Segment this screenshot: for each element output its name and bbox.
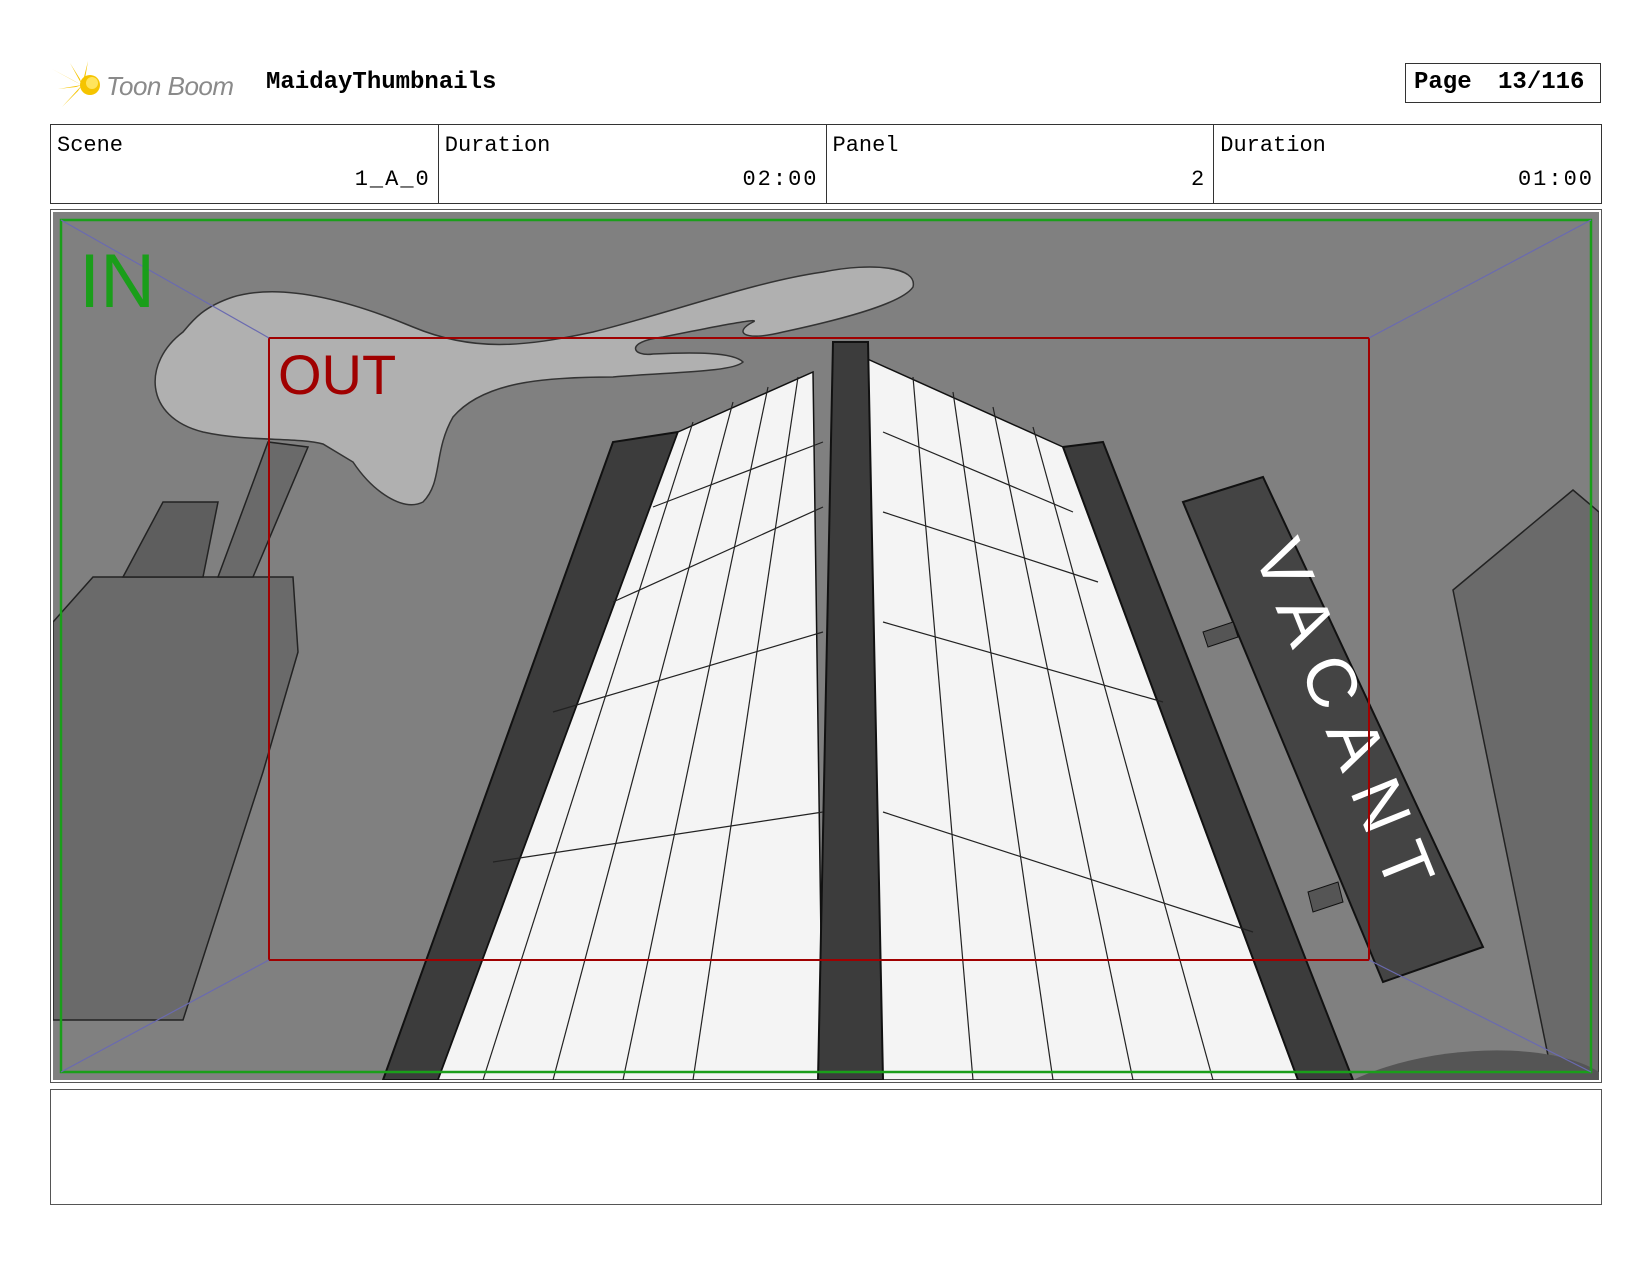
out-field-label: OUT: [278, 343, 396, 406]
panel-notes[interactable]: [50, 1089, 1602, 1205]
panel-cell: Panel 2: [827, 125, 1215, 203]
panel-duration-cell: Duration 01:00: [1214, 125, 1601, 203]
storyboard-panel: VACANT IN OUT: [50, 209, 1602, 1083]
scene-duration-cell: Duration 02:00: [439, 125, 827, 203]
page-indicator: Page 13/116: [1405, 63, 1601, 103]
panel-value: 2: [1191, 167, 1207, 192]
starburst-icon: [52, 61, 100, 107]
page-number: 13/116: [1498, 69, 1585, 96]
panel-duration-label: Duration: [1220, 133, 1326, 158]
page-label: Page: [1414, 69, 1472, 96]
panel-label: Panel: [832, 133, 899, 158]
in-field-label: IN: [79, 239, 155, 324]
panel-duration-value: 01:00: [1517, 167, 1594, 192]
logo-wordmark: Toon Boom: [106, 71, 234, 101]
storyboard-header: Toon Boom MaidayThumbnails Page 13/116: [52, 55, 1610, 110]
scene-value: 1_A_0: [354, 167, 431, 192]
toon-boom-logo: Toon Boom: [52, 59, 252, 111]
scene-duration-value: 02:00: [742, 167, 819, 192]
scene-cell: Scene 1_A_0: [51, 125, 439, 203]
scene-duration-label: Duration: [444, 133, 551, 158]
scene-label: Scene: [57, 133, 124, 158]
project-title: MaidayThumbnails: [266, 69, 497, 96]
panel-drawing: VACANT IN OUT: [53, 212, 1599, 1080]
scene-info-table: Scene 1_A_0 Duration 02:00 Panel 2 Durat…: [50, 124, 1602, 204]
